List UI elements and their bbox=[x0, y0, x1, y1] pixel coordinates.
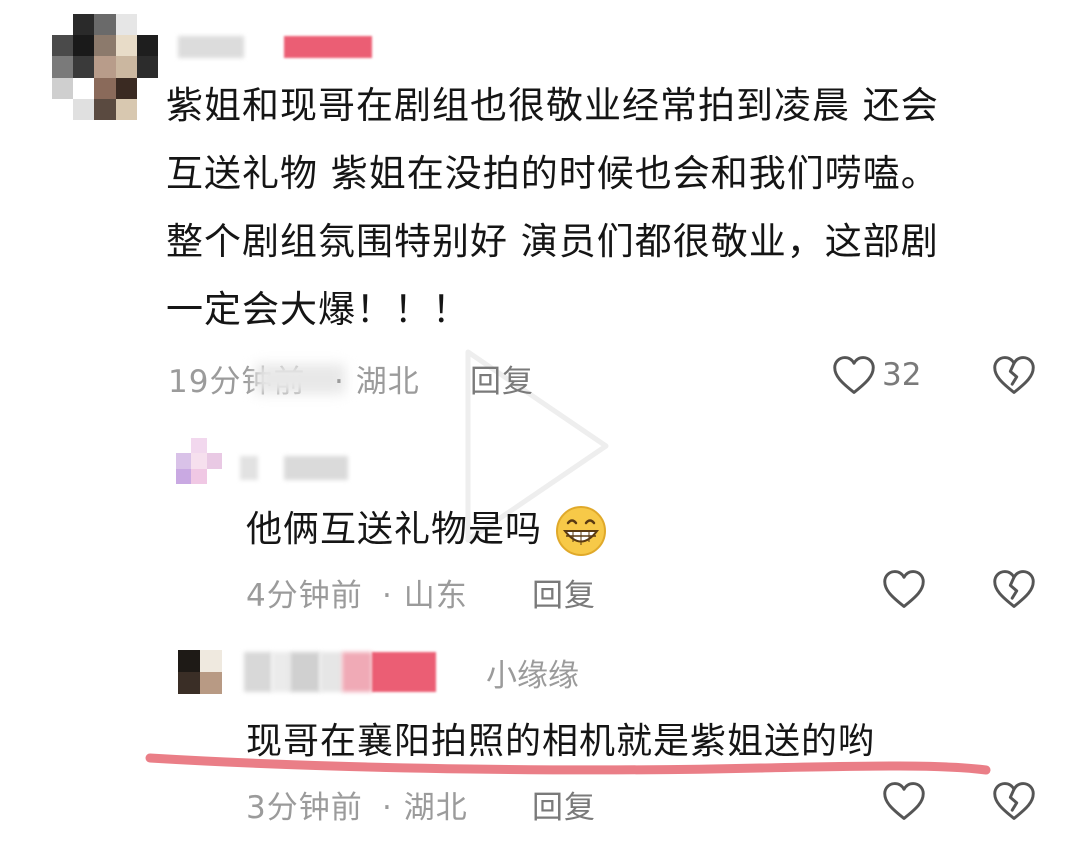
reply-location: · 湖北 bbox=[382, 790, 468, 826]
broken-heart-icon[interactable] bbox=[992, 780, 1036, 822]
highlight-underline bbox=[145, 753, 991, 775]
reply-button[interactable]: 回复 bbox=[532, 782, 596, 827]
heart-icon[interactable] bbox=[882, 780, 926, 822]
reply-timestamp: 3分钟前 bbox=[246, 790, 363, 826]
